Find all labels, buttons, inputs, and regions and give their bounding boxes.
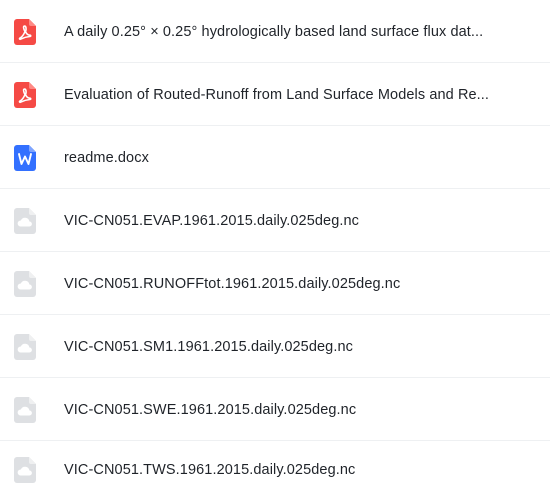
cloud-file-icon: [14, 270, 36, 297]
pdf-icon: [14, 81, 36, 108]
word-icon: [14, 144, 36, 171]
file-name: VIC-CN051.TWS.1961.2015.daily.025deg.nc: [64, 461, 356, 478]
file-name: VIC-CN051.RUNOFFtot.1961.2015.daily.025d…: [64, 275, 401, 292]
file-row[interactable]: VIC-CN051.TWS.1961.2015.daily.025deg.nc: [0, 441, 550, 498]
file-row[interactable]: Evaluation of Routed-Runoff from Land Su…: [0, 63, 550, 126]
file-name: readme.docx: [64, 149, 149, 166]
cloud-file-icon: [14, 456, 36, 483]
cloud-file-icon: [14, 333, 36, 360]
file-name: A daily 0.25° × 0.25° hydrologically bas…: [64, 23, 484, 40]
file-list: A daily 0.25° × 0.25° hydrologically bas…: [0, 0, 550, 498]
pdf-icon: [14, 18, 36, 45]
cloud-file-icon: [14, 396, 36, 423]
cloud-file-icon: [14, 207, 36, 234]
file-name: Evaluation of Routed-Runoff from Land Su…: [64, 86, 490, 103]
file-row[interactable]: VIC-CN051.SWE.1961.2015.daily.025deg.nc: [0, 378, 550, 441]
file-name: VIC-CN051.EVAP.1961.2015.daily.025deg.nc: [64, 212, 360, 229]
file-row[interactable]: VIC-CN051.RUNOFFtot.1961.2015.daily.025d…: [0, 252, 550, 315]
file-name: VIC-CN051.SM1.1961.2015.daily.025deg.nc: [64, 338, 353, 355]
file-row[interactable]: VIC-CN051.SM1.1961.2015.daily.025deg.nc: [0, 315, 550, 378]
file-row[interactable]: VIC-CN051.EVAP.1961.2015.daily.025deg.nc: [0, 189, 550, 252]
file-row[interactable]: A daily 0.25° × 0.25° hydrologically bas…: [0, 0, 550, 63]
file-name: VIC-CN051.SWE.1961.2015.daily.025deg.nc: [64, 401, 357, 418]
file-row[interactable]: readme.docx: [0, 126, 550, 189]
